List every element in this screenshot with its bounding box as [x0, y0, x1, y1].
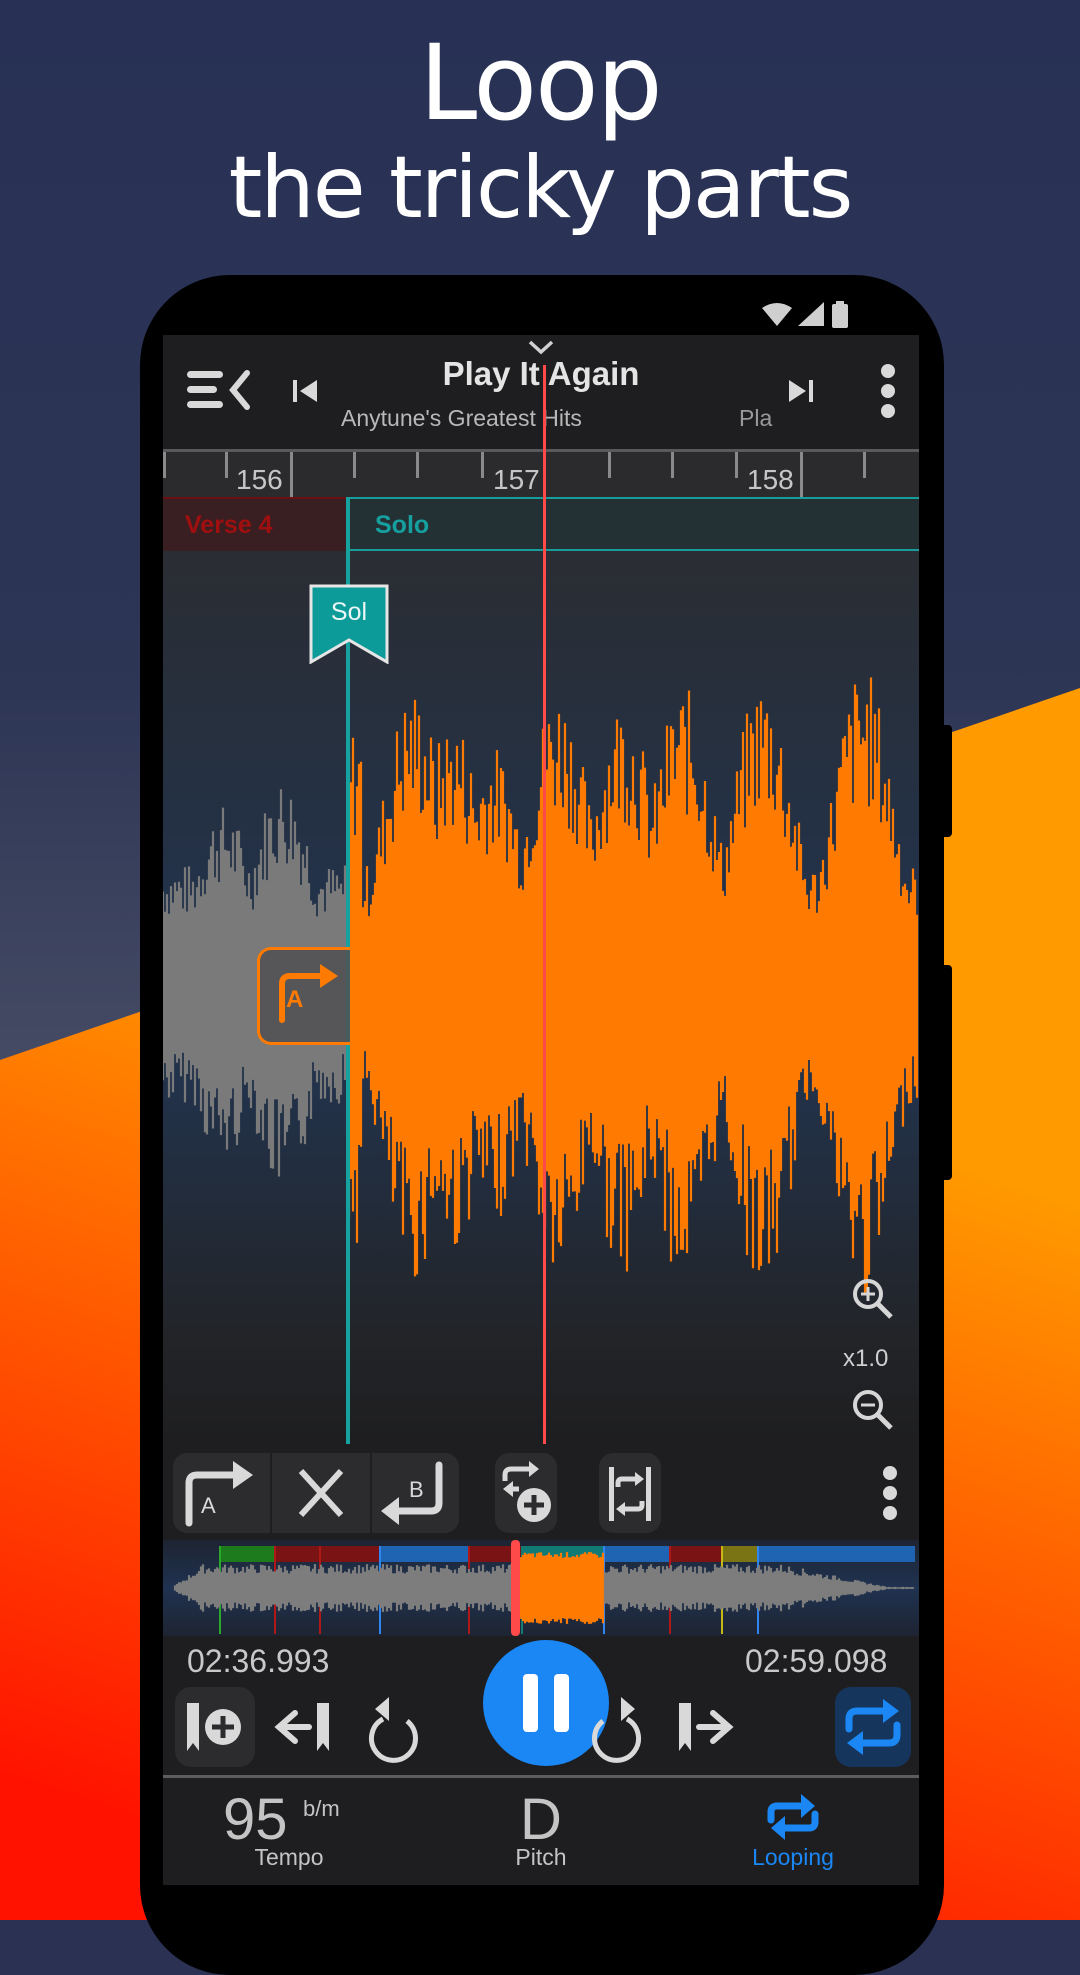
loop-a-icon: A: [185, 1461, 253, 1527]
loop-b-icon: B: [381, 1461, 443, 1525]
zoom-in-icon[interactable]: [851, 1277, 895, 1321]
overview-section: [721, 1546, 757, 1562]
bar-label: 158: [747, 464, 794, 495]
forward-icon: [592, 1697, 642, 1763]
bar-label: 157: [493, 464, 540, 495]
close-icon: [298, 1468, 344, 1518]
previous-marker-button[interactable]: [265, 1687, 345, 1767]
loop-start-handle[interactable]: A: [257, 947, 350, 1045]
phone-volume-button: [940, 725, 952, 837]
section-solo[interactable]: Solo: [347, 497, 919, 551]
loop-start-time[interactable]: 02:36.993: [187, 1643, 329, 1680]
song-overview[interactable]: [163, 1540, 919, 1636]
svg-text:A: A: [201, 1493, 216, 1518]
overview-section: [669, 1546, 721, 1562]
tab-looping[interactable]: Looping: [667, 1778, 919, 1883]
repeat-icon: [845, 1699, 901, 1755]
pitch-value: D: [520, 1787, 562, 1852]
add-loop-button[interactable]: [495, 1453, 557, 1533]
tempo-unit: b/m: [303, 1796, 340, 1821]
battery-icon: [832, 304, 848, 328]
wifi-icon: [762, 303, 792, 326]
tab-label: Looping: [752, 1844, 834, 1870]
headline-title: Loop: [419, 22, 662, 144]
add-bookmark-button[interactable]: [175, 1687, 255, 1767]
add-loop-icon: [502, 1461, 551, 1522]
tempo-value: 95: [223, 1787, 288, 1852]
marker-flag[interactable]: Sol: [309, 584, 389, 664]
more-vertical-icon[interactable]: [878, 363, 898, 419]
overview-playhead: [511, 1540, 520, 1636]
chevron-down-icon[interactable]: [527, 339, 555, 355]
tab-label: Pitch: [515, 1844, 567, 1870]
zoom-level: x1.0: [843, 1345, 889, 1372]
overview-section: [379, 1546, 468, 1562]
status-bar: [760, 300, 870, 330]
overview-section: [757, 1546, 915, 1562]
loop-end-time[interactable]: 02:59.098: [745, 1643, 887, 1680]
app-screen: Play It Again Anytune's Greatest Hits Pl…: [163, 335, 919, 1885]
rewind-icon: [368, 1697, 418, 1763]
next-marker-button[interactable]: [665, 1687, 745, 1767]
fast-forward-button[interactable]: [575, 1687, 655, 1767]
loop-more-icon[interactable]: [880, 1463, 900, 1523]
section-verse-4[interactable]: Verse 4: [163, 497, 347, 553]
fit-loop-icon: [609, 1467, 651, 1521]
section-track: Verse 4 Solo: [163, 497, 919, 553]
subtitle-overflow: Pla: [739, 405, 773, 431]
clear-loop-button[interactable]: [273, 1457, 369, 1529]
playhead[interactable]: [543, 365, 546, 1444]
zoom-out-icon[interactable]: [851, 1388, 895, 1432]
bar-ruler[interactable]: 156 157 158: [163, 449, 919, 500]
rewind-button[interactable]: [355, 1687, 435, 1767]
overview-section: [319, 1546, 379, 1562]
tab-tempo[interactable]: 95 b/m Tempo: [163, 1778, 415, 1883]
tab-label: Tempo: [254, 1844, 324, 1870]
overview-section: [219, 1546, 274, 1562]
loop-toggle-button[interactable]: [835, 1687, 911, 1767]
loop-a-icon: [279, 964, 338, 1023]
phone-power-button: [940, 965, 952, 1180]
signal-icon: [798, 302, 824, 326]
overview-section: [274, 1546, 319, 1562]
skip-next-icon[interactable]: [787, 377, 815, 405]
arrow-left-bookmark-icon: [274, 1703, 329, 1751]
bar-label: 156: [236, 464, 283, 495]
headline-subtitle: the tricky parts: [228, 138, 854, 238]
overview-section: [603, 1546, 669, 1562]
fit-loop-button[interactable]: [599, 1453, 661, 1533]
tab-pitch[interactable]: D Pitch: [415, 1778, 667, 1883]
bookmark-add-icon: [187, 1703, 241, 1751]
repeat-icon: [763, 1792, 823, 1842]
set-loop-a-button[interactable]: A: [177, 1457, 269, 1529]
bookmark-arrow-right-icon: [679, 1703, 734, 1751]
svg-text:B: B: [409, 1477, 424, 1502]
set-loop-b-button[interactable]: B: [373, 1457, 459, 1529]
